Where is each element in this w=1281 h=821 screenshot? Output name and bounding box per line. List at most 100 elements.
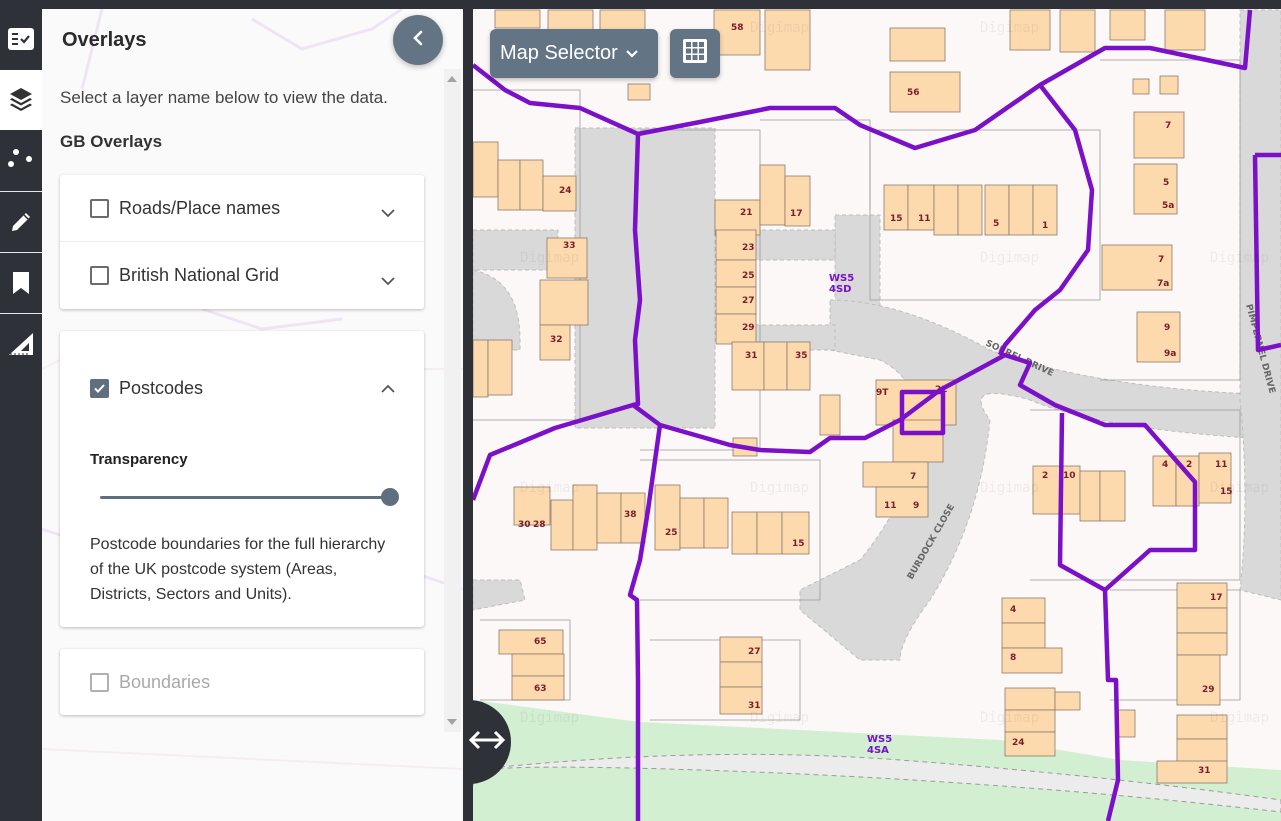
svg-text:Digimap: Digimap [520, 480, 579, 496]
svg-text:Digimap: Digimap [980, 710, 1039, 726]
svg-text:11: 11 [1215, 460, 1228, 470]
svg-text:24: 24 [1012, 738, 1025, 748]
chevron-up-icon[interactable] [380, 381, 396, 399]
scroll-up-arrow[interactable] [447, 76, 457, 82]
map-canvas[interactable]: 5856 15 11 5 1 755a 77a99a 2421 17 33 2325272… [473, 9, 1281, 821]
svg-text:56: 56 [907, 88, 920, 98]
pencil-icon [9, 210, 33, 234]
map-selector-button[interactable]: Map Selector [490, 29, 658, 78]
svg-text:Digimap: Digimap [980, 480, 1039, 496]
svg-text:7: 7 [1165, 121, 1171, 131]
boundaries-checkbox[interactable] [90, 672, 109, 692]
svg-text:1: 1 [1042, 221, 1048, 231]
svg-text:65: 65 [534, 637, 547, 647]
roads-checkbox[interactable] [90, 198, 109, 218]
overlays-panel: Overlays Select a layer name below to vi… [42, 9, 463, 821]
postcodes-checkbox[interactable] [90, 378, 109, 398]
grid-icon [682, 38, 708, 69]
svg-text:58: 58 [731, 23, 744, 33]
scatter-points-icon [7, 148, 35, 174]
svg-text:11: 11 [918, 214, 931, 224]
svg-text:Digimap: Digimap [1210, 480, 1269, 496]
postcode-label: 4SD [829, 284, 851, 295]
svg-text:5a: 5a [1162, 201, 1174, 211]
svg-text:9: 9 [913, 501, 919, 511]
layer-card-group: Roads/Place names British National Grid [60, 175, 424, 309]
svg-text:21: 21 [740, 208, 753, 218]
horizontal-arrows-icon [467, 729, 507, 756]
svg-text:63: 63 [534, 684, 547, 694]
rail-item-layers[interactable] [0, 70, 42, 130]
svg-text:9T: 9T [876, 388, 889, 398]
svg-text:4: 4 [1010, 605, 1016, 615]
panel-title: Overlays [62, 29, 147, 51]
rail-item-checklist[interactable] [0, 9, 42, 69]
svg-text:Digimap: Digimap [1210, 710, 1269, 726]
bng-checkbox[interactable] [90, 265, 109, 285]
rail-item-measure[interactable] [0, 314, 42, 374]
svg-text:29: 29 [1202, 685, 1215, 695]
chevron-down-icon [625, 42, 639, 65]
svg-text:Digimap: Digimap [520, 710, 579, 726]
chevron-down-icon[interactable] [380, 273, 396, 291]
svg-text:31: 31 [745, 351, 758, 361]
svg-text:Digimap: Digimap [520, 250, 579, 266]
svg-text:Digimap: Digimap [980, 20, 1039, 36]
svg-text:9a: 9a [1164, 349, 1176, 359]
layer-row-roads[interactable]: Roads/Place names [60, 175, 424, 241]
bookmark-icon [12, 271, 30, 295]
grid-toggle-button[interactable] [670, 29, 720, 78]
slider-track [100, 496, 390, 499]
layer-card-postcodes: Postcodes Transparency Postcode boundari… [60, 331, 424, 627]
svg-text:27: 27 [748, 647, 761, 657]
section-title: GB Overlays [60, 132, 163, 151]
svg-text:8: 8 [1010, 653, 1016, 663]
svg-text:10: 10 [1063, 471, 1076, 481]
svg-text:7: 7 [1158, 255, 1164, 265]
layer-card-boundaries: Boundaries [60, 649, 424, 715]
svg-text:31: 31 [1198, 766, 1211, 776]
layer-label: Roads/Place names [119, 197, 281, 218]
svg-text:25: 25 [665, 528, 678, 538]
svg-text:30: 30 [518, 520, 531, 530]
postcode-label: 4SA [867, 745, 889, 756]
set-square-icon [7, 331, 35, 357]
layer-label: British National Grid [119, 264, 280, 285]
layer-row-postcodes[interactable]: Postcodes [60, 355, 424, 421]
map-view[interactable]: 58 56 15 11 5 1 7 5 5a 7 7a 9 9a 24 21 17 33 23 25 27 2… [473, 9, 1281, 821]
collapse-panel-button[interactable] [393, 15, 443, 65]
rail-item-points[interactable] [0, 131, 42, 191]
postcode-label: WS5 [867, 734, 892, 745]
rail-item-draw[interactable] [0, 192, 42, 252]
svg-text:5: 5 [1163, 178, 1169, 188]
svg-text:9: 9 [1164, 323, 1170, 333]
svg-text:Digimap: Digimap [750, 710, 809, 726]
panel-scrollbar[interactable] [444, 69, 461, 732]
postcode-label: WS5 [829, 273, 854, 284]
svg-text:2: 2 [1042, 471, 1048, 481]
scroll-down-arrow[interactable] [447, 719, 457, 725]
svg-text:23: 23 [742, 243, 755, 253]
chevron-left-icon [411, 30, 425, 51]
tool-rail [0, 9, 42, 374]
rail-item-bookmarks[interactable] [0, 253, 42, 313]
transparency-slider[interactable] [100, 488, 399, 506]
svg-text:2: 2 [1186, 460, 1192, 470]
chevron-down-icon[interactable] [380, 205, 396, 223]
svg-text:24: 24 [559, 186, 572, 196]
svg-text:Digimap: Digimap [1210, 250, 1269, 266]
layer-row-boundaries[interactable]: Boundaries [60, 649, 424, 715]
svg-text:Digimap: Digimap [980, 250, 1039, 266]
slider-thumb[interactable] [381, 488, 399, 506]
panel-intro-text: Select a layer name below to view the da… [60, 88, 388, 107]
layers-icon [9, 87, 33, 113]
svg-text:7a: 7a [1157, 279, 1169, 289]
svg-text:15: 15 [792, 539, 805, 549]
layer-label: Boundaries [119, 671, 211, 692]
svg-text:17: 17 [790, 209, 803, 219]
svg-text:Digimap: Digimap [750, 20, 809, 36]
layer-row-bng[interactable]: British National Grid [60, 242, 424, 308]
svg-text:5: 5 [993, 219, 999, 229]
postcodes-description: Postcode boundaries for the full hierarc… [90, 536, 386, 603]
svg-text:11: 11 [884, 501, 897, 511]
